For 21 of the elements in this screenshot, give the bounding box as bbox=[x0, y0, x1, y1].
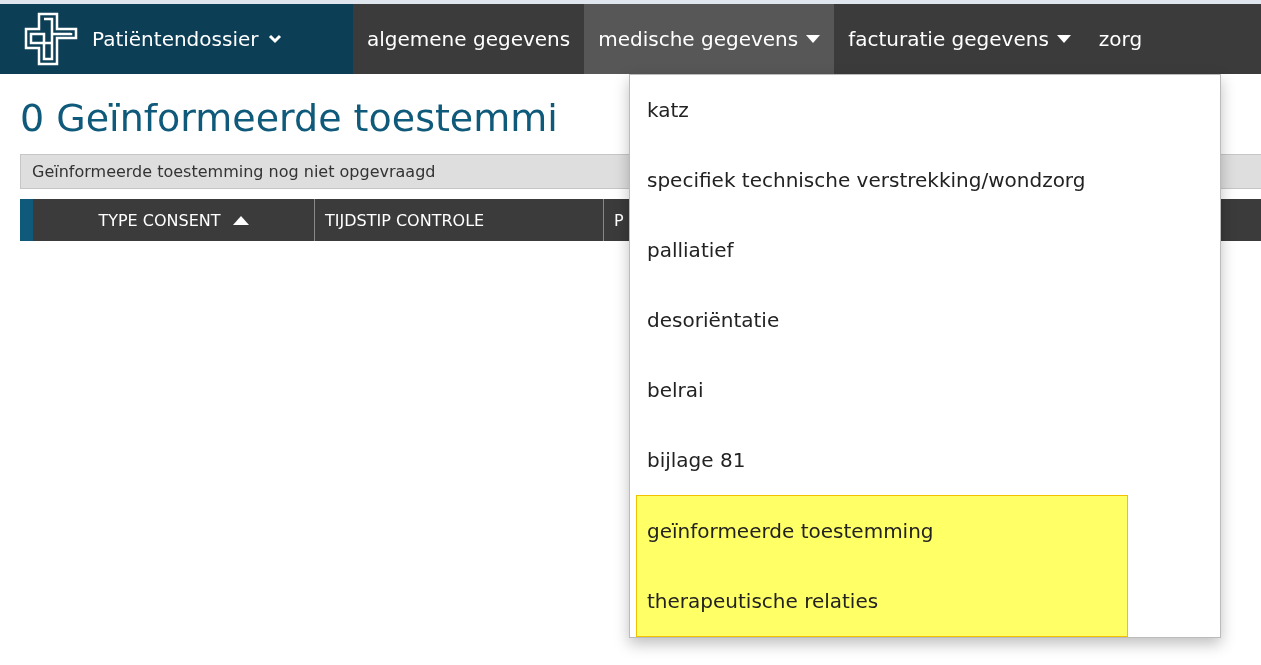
sort-ascending-icon bbox=[232, 215, 249, 225]
brand-menu[interactable]: Patiëntendossier bbox=[92, 27, 283, 51]
chevron-down-icon bbox=[268, 34, 283, 44]
caret-icon bbox=[806, 35, 821, 43]
column-header[interactable]: TYPE CONSENT bbox=[33, 199, 315, 241]
cross-logo-icon bbox=[24, 12, 78, 66]
header-accent-bar bbox=[20, 199, 33, 241]
nav-menu-item[interactable]: algemene gegevens bbox=[353, 4, 585, 74]
page-title: 0 Geïnformeerde toestemmi bbox=[20, 95, 558, 142]
caret-icon bbox=[1056, 35, 1071, 43]
column-header[interactable]: TIJDSTIP CONTROLE bbox=[315, 199, 604, 241]
nav-menu-item[interactable]: medische gegevens bbox=[584, 4, 835, 74]
menu-item[interactable]: palliatief bbox=[636, 215, 1214, 285]
nav-menu-item[interactable]: facturatie gegevens bbox=[834, 4, 1085, 74]
menu-item[interactable]: desoriëntatie bbox=[636, 285, 1214, 355]
nav-menu-item[interactable]: zorg bbox=[1084, 4, 1157, 74]
menu-item[interactable]: belrai bbox=[636, 355, 1214, 425]
menu-item[interactable]: therapeutische relaties bbox=[637, 566, 1127, 636]
menu-item[interactable]: geïnformeerde toestemming bbox=[637, 496, 1127, 566]
menu-item[interactable]: katz bbox=[636, 75, 1214, 145]
menu-item[interactable]: bijlage 81 bbox=[636, 425, 1214, 495]
